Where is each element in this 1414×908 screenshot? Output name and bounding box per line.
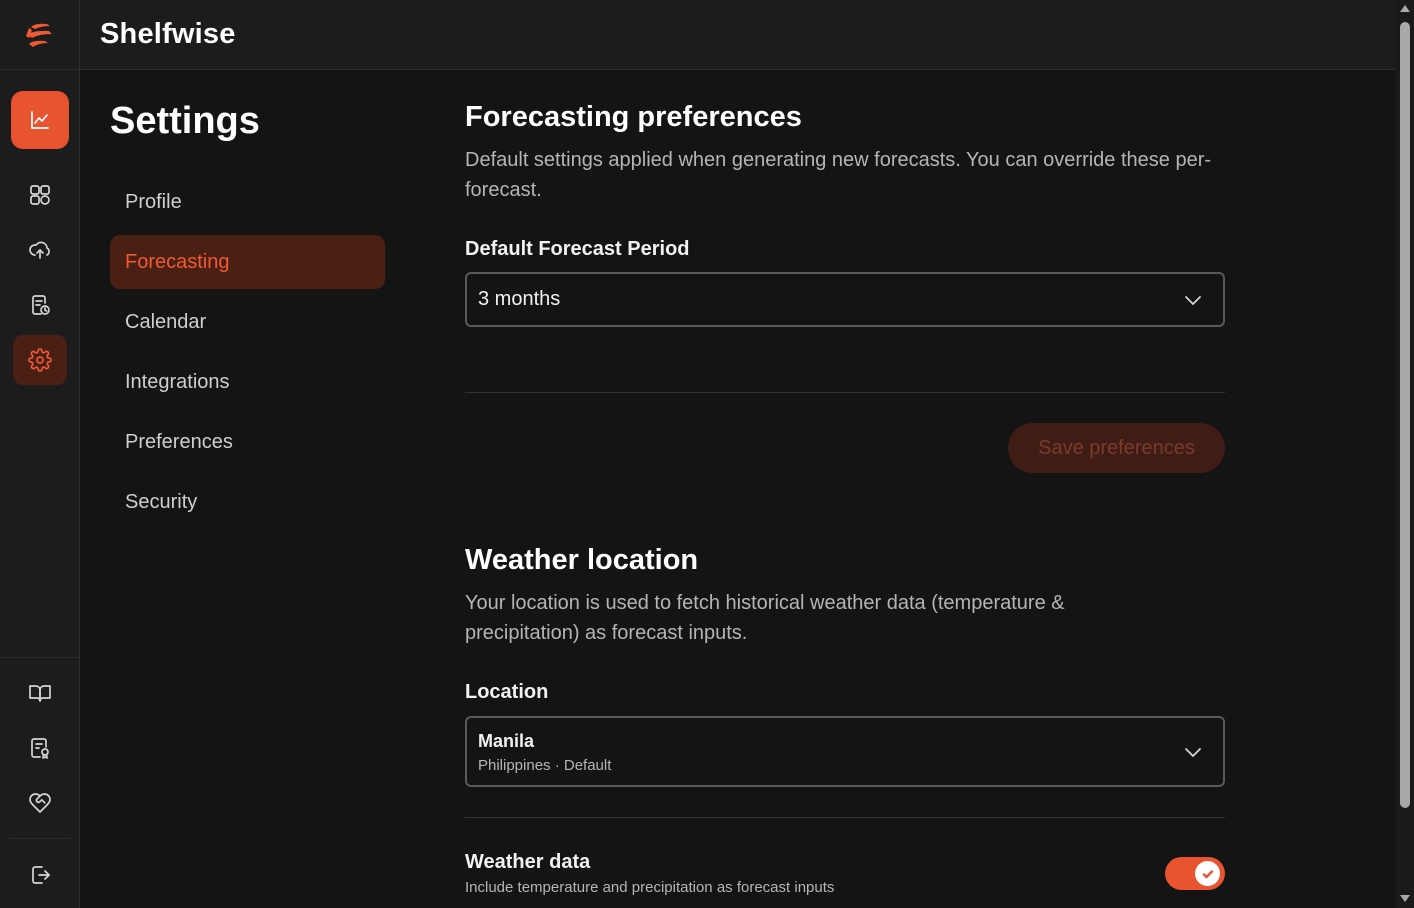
heart-handshake-icon	[29, 793, 51, 813]
shelfwise-logo-icon	[25, 23, 52, 47]
location-detail: Philippines · Default	[478, 757, 612, 774]
settings-nav-label: Integrations	[125, 370, 230, 393]
chevron-down-icon	[1183, 742, 1203, 762]
scroll-down-icon[interactable]	[1400, 895, 1410, 902]
rail-divider	[0, 657, 79, 658]
forecast-period-value: 3 months	[478, 288, 561, 310]
book-open-icon	[29, 685, 51, 702]
cloud-sync-icon	[29, 241, 50, 259]
save-preferences-button[interactable]: Save preferences	[1008, 423, 1225, 473]
forecast-period-label: Default Forecast Period	[465, 238, 690, 260]
weather-data-toggle[interactable]	[1165, 857, 1225, 890]
location-label: Location	[465, 681, 549, 703]
chart-line-icon	[31, 111, 49, 129]
forecast-period-select[interactable]: 3 months	[465, 272, 1225, 327]
logout-icon	[32, 866, 50, 884]
data-sync-nav-button[interactable]	[12, 226, 68, 274]
page-scrollbar[interactable]	[1396, 0, 1414, 908]
weather-data-title: Weather data	[465, 851, 591, 873]
settings-nav-forecasting[interactable]: Forecasting	[110, 235, 385, 289]
reports-nav-button[interactable]	[12, 281, 68, 329]
shelfwise-logo[interactable]	[0, 0, 79, 70]
settings-nav-integrations[interactable]: Integrations	[110, 355, 385, 409]
weather-heading: Weather location	[465, 544, 699, 576]
support-nav-button[interactable]	[12, 779, 68, 827]
rail-divider	[10, 838, 70, 839]
forecasting-description: Default settings applied when generating…	[465, 149, 1212, 201]
settings-nav-profile[interactable]: Profile	[110, 175, 385, 229]
forecast-nav-button[interactable]	[11, 91, 69, 149]
dashboard-grid-icon	[30, 185, 50, 205]
chevron-down-icon	[1183, 290, 1203, 310]
forecasting-heading: Forecasting preferences	[465, 101, 802, 133]
logout-button[interactable]	[12, 851, 68, 899]
settings-nav-label: Preferences	[125, 430, 233, 453]
report-clock-icon	[32, 295, 50, 315]
settings-nav-button[interactable]	[13, 335, 67, 385]
weather-description: Your location is used to fetch historica…	[465, 592, 1065, 644]
settings-nav-label: Forecasting	[125, 250, 230, 273]
brand-name: Shelfwise	[100, 18, 236, 50]
toggle-knob	[1195, 861, 1220, 886]
document-badge-icon	[31, 738, 49, 759]
location-select[interactable]: Manila Philippines · Default	[465, 716, 1225, 787]
dashboard-nav-button[interactable]	[12, 171, 68, 219]
top-bar: Shelfwise	[80, 0, 1396, 70]
settings-nav-label: Calendar	[125, 310, 207, 333]
settings-nav-label: Security	[125, 490, 198, 513]
settings-nav-security[interactable]: Security	[110, 475, 385, 529]
gear-icon	[28, 348, 52, 372]
weather-data-description: Include temperature and precipitation as…	[465, 879, 835, 896]
scroll-up-icon[interactable]	[1400, 5, 1410, 12]
checkmark-icon	[1202, 869, 1213, 878]
settings-nav-label: Profile	[125, 190, 182, 213]
changelog-nav-button[interactable]	[12, 724, 68, 772]
settings-nav-calendar[interactable]: Calendar	[110, 295, 385, 349]
page-title: Settings	[110, 100, 260, 142]
docs-nav-button[interactable]	[12, 669, 68, 717]
section-divider	[465, 817, 1225, 818]
scroll-thumb[interactable]	[1400, 22, 1410, 808]
app-rail	[0, 0, 80, 908]
section-divider	[465, 392, 1225, 393]
location-city: Manila	[478, 731, 535, 751]
settings-nav-preferences[interactable]: Preferences	[110, 415, 385, 469]
